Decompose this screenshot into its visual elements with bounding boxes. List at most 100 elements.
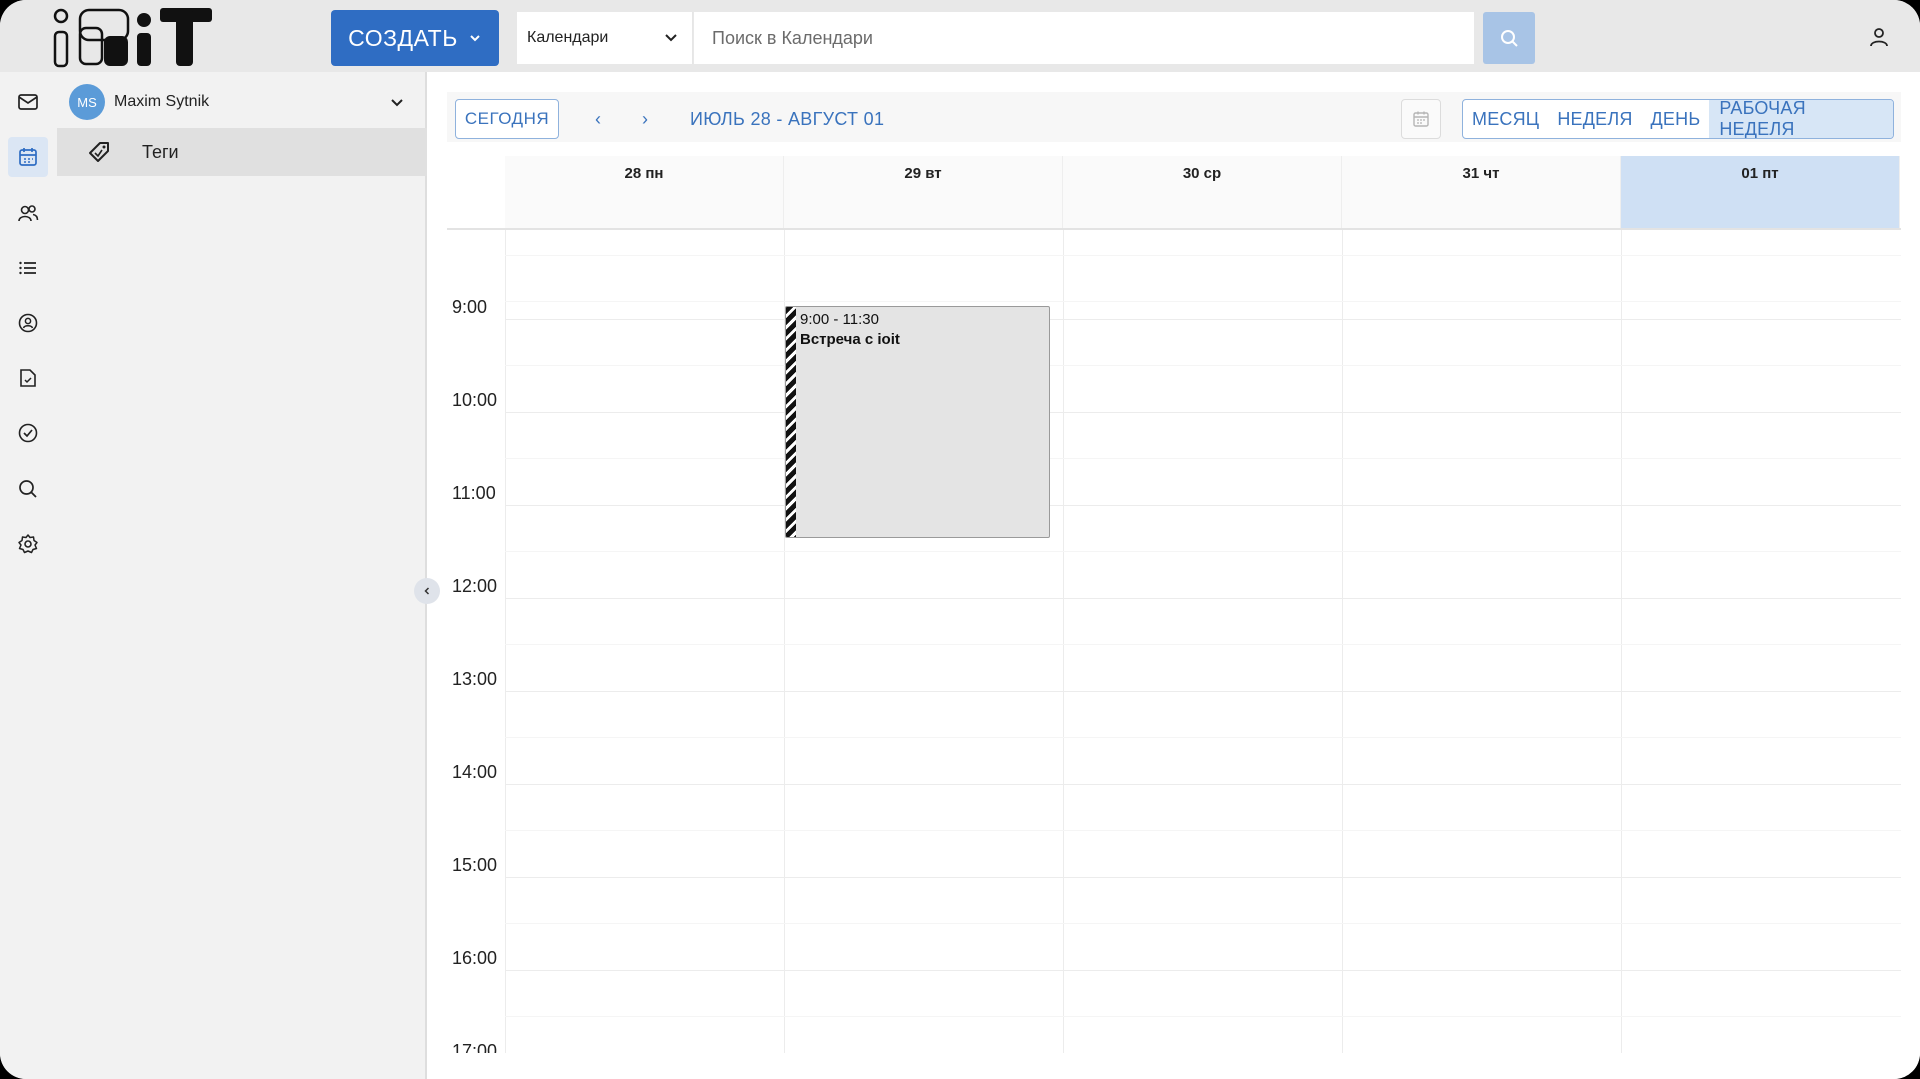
calendar-icon [1413,111,1429,127]
account-switcher[interactable]: MS Maxim Sytnik [57,78,427,126]
half-hour-line [505,644,1901,646]
nav-search[interactable] [8,469,48,509]
view-workweek-button[interactable]: РАБОЧАЯ НЕДЕЛЯ [1709,100,1893,138]
view-switcher: МЕСЯЦ НЕДЕЛЯ ДЕНЬ РАБОЧАЯ НЕДЕЛЯ [1462,99,1894,139]
contacts-icon [18,205,39,222]
day-label: 31 чт [1462,165,1500,182]
hour-line [505,783,1901,785]
calendar-event[interactable]: 9:00 - 11:30 Встреча с ioit [785,305,1050,539]
calendar-grid: 28 пн 29 вт 30 ср 31 чт 01 пт 9:00 10:00 11:00 1… [447,156,1901,1053]
hour-label: 12:00 [452,575,498,596]
date-picker-button[interactable] [1401,99,1441,139]
app-logo[interactable] [52,6,228,68]
search-icon [1501,30,1518,47]
hour-label: 11:00 [452,482,496,503]
sidebar-item-label: Теги [142,141,179,162]
nav-chat[interactable] [8,303,48,343]
nav-tasks[interactable] [8,413,48,453]
time-slot-line [505,301,1901,302]
search-input[interactable] [694,12,1474,64]
top-bar: СОЗДАТЬ Календари [0,0,1920,72]
half-hour-line [505,737,1901,739]
hour-label: 15:00 [452,854,498,875]
hour-line [505,411,1901,413]
day-column-header[interactable]: 28 пн [505,156,784,228]
collapse-sidebar-button[interactable] [414,578,440,604]
half-hour-line [505,1016,1901,1018]
day-column-divider [505,230,506,1053]
user-profile-icon[interactable] [1868,26,1890,48]
date-range-label: ИЮЛЬ 28 - АВГУСТ 01 [690,109,885,129]
create-button-label: СОЗДАТЬ [348,24,458,51]
nav-contacts[interactable] [8,193,48,233]
create-button[interactable]: СОЗДАТЬ [331,10,499,66]
avatar: MS [69,84,105,120]
day-column-header[interactable]: 01 пт [1621,156,1900,228]
account-name: Maxim Sytnik [114,93,210,110]
tasks-icon [18,423,38,443]
day-column-header[interactable]: 31 чт [1342,156,1621,228]
day-column-divider [1342,230,1343,1053]
nav-calendar[interactable] [8,137,48,177]
half-hour-line [505,458,1901,460]
sidebar-item-tags[interactable]: Теги [57,128,427,176]
prev-period-button[interactable]: ‹ [583,99,613,139]
view-month-button[interactable]: МЕСЯЦ [1463,100,1548,138]
view-day-button[interactable]: ДЕНЬ [1642,100,1710,138]
hour-label: 13:00 [452,668,498,689]
chevron-left-icon [424,587,430,595]
hour-line [505,318,1901,320]
nav-settings[interactable] [8,524,48,564]
hour-label: 14:00 [452,761,498,782]
today-button[interactable]: СЕГОДНЯ [455,99,559,139]
nav-list[interactable] [8,248,48,288]
day-label: 29 вт [904,165,942,182]
half-hour-line [505,551,1901,553]
nav-files[interactable] [8,358,48,398]
calendar-source-select[interactable]: Календари [517,12,693,64]
day-label: 01 пт [1741,165,1779,182]
chevron-down-icon [665,34,677,42]
calendar-toolbar: СЕГОДНЯ ‹ › ИЮЛЬ 28 - АВГУСТ 01 МЕСЯЦ НЕ… [447,92,1901,142]
day-column-divider [1063,230,1064,1053]
chevron-down-icon [470,35,480,42]
hour-label: 17:00 [452,1040,498,1053]
hour-label: 10:00 [452,389,498,410]
next-period-button[interactable]: › [630,99,660,139]
day-label: 30 ср [1182,165,1222,182]
hour-label: 9:00 [452,296,488,317]
day-label: 28 пн [624,165,664,182]
day-column-header[interactable]: 30 ср [1063,156,1342,228]
search-button[interactable] [1483,12,1535,64]
view-week-button[interactable]: НЕДЕЛЯ [1548,100,1641,138]
settings-icon [18,534,38,554]
event-time: 9:00 - 11:30 [800,310,879,328]
calendar-main: СЕГОДНЯ ‹ › ИЮЛЬ 28 - АВГУСТ 01 МЕСЯЦ НЕ… [429,72,1920,1079]
hour-line [505,969,1901,971]
hour-line [505,597,1901,599]
sidebar: MS Maxim Sytnik Теги [57,72,427,1079]
header-divider [447,228,1901,230]
calendar-source-value: Календари [527,29,609,46]
mail-icon [18,94,38,110]
time-slot-line [505,255,1901,256]
half-hour-line [505,830,1901,832]
event-category-stripe [786,306,796,538]
nav-mail[interactable] [8,82,48,122]
day-column-header[interactable]: 29 вт [784,156,1063,228]
hour-line [505,690,1901,692]
half-hour-line [505,923,1901,925]
app-nav-rail [0,72,57,1079]
hour-label: 16:00 [452,947,498,968]
calendar-icon [19,148,37,166]
day-column-divider [1621,230,1622,1053]
event-title: Встреча с ioit [800,330,900,348]
search-icon [19,480,37,498]
chat-icon [18,313,38,333]
hour-line [505,504,1901,506]
list-icon [19,261,36,275]
files-icon [20,369,36,387]
chevron-down-icon[interactable] [389,95,405,111]
half-hour-line [505,365,1901,367]
app-window: СОЗДАТЬ Календари Поиск в Календари MS M… [0,0,1920,1079]
